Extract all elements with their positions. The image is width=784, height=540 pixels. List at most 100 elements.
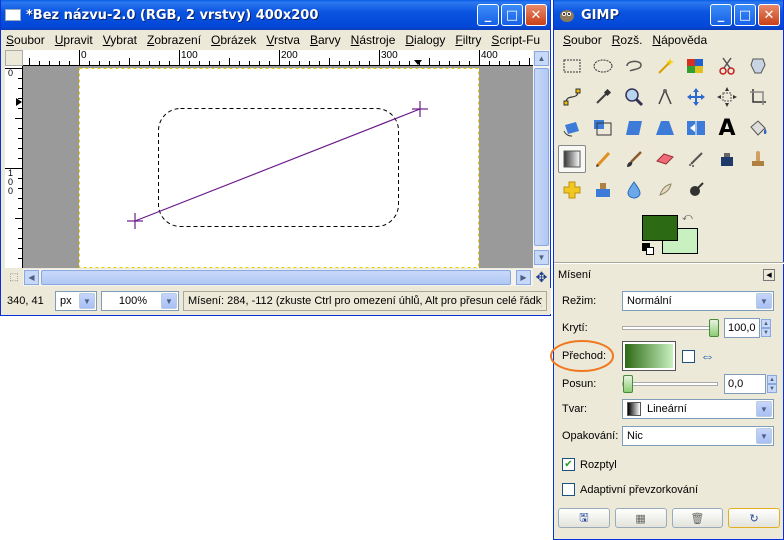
- toolbox-minimize-button[interactable]: _: [710, 4, 732, 26]
- perspective-icon[interactable]: [651, 114, 679, 142]
- reverse-gradient-icon[interactable]: ⇔: [700, 348, 715, 365]
- save-options-button[interactable]: 🖫: [558, 508, 610, 528]
- menu-vybrat[interactable]: Vybrat: [98, 33, 142, 47]
- scissors-icon[interactable]: [713, 52, 741, 80]
- foreground-color-swatch[interactable]: [642, 215, 678, 241]
- opacity-slider-knob[interactable]: [709, 319, 719, 337]
- menu-upravit[interactable]: Upravit: [50, 33, 98, 47]
- close-button[interactable]: ✕: [525, 4, 547, 26]
- scroll-left-arrow[interactable]: ◀: [24, 270, 39, 285]
- gradient-preview-button[interactable]: [622, 341, 676, 371]
- toolbox-menu-rozs[interactable]: Rozš.: [607, 33, 648, 47]
- ink-icon[interactable]: [713, 145, 741, 173]
- scale-icon[interactable]: [589, 114, 617, 142]
- dodge-burn-icon[interactable]: [682, 176, 710, 204]
- scroll-down-arrow[interactable]: ▼: [534, 250, 549, 265]
- shear-icon[interactable]: [620, 114, 648, 142]
- blend-tool-icon[interactable]: [558, 145, 586, 173]
- opacity-stepper[interactable]: ▲ ▼: [761, 319, 771, 337]
- offset-slider[interactable]: [622, 375, 718, 393]
- measure-icon[interactable]: [651, 83, 679, 111]
- smudge-icon[interactable]: [651, 176, 679, 204]
- pencil-icon[interactable]: [589, 145, 617, 173]
- adaptive-row[interactable]: Adaptivní převzorkování: [562, 483, 698, 496]
- opacity-slider[interactable]: [622, 319, 719, 337]
- blur-icon[interactable]: [620, 176, 648, 204]
- vertical-ruler[interactable]: 0 100: [5, 66, 23, 268]
- minimize-button[interactable]: _: [477, 4, 499, 26]
- swap-colors-icon[interactable]: ⤺: [682, 212, 693, 223]
- rotate-icon[interactable]: [558, 114, 586, 142]
- foreground-select-icon[interactable]: [744, 52, 772, 80]
- chevron-down-icon[interactable]: ▼: [79, 293, 95, 309]
- ellipse-select-icon[interactable]: [589, 52, 617, 80]
- default-colors-icon[interactable]: [642, 243, 654, 255]
- align-icon[interactable]: [713, 83, 741, 111]
- airbrush-icon[interactable]: [682, 145, 710, 173]
- eraser-icon[interactable]: [651, 145, 679, 173]
- dither-checkbox[interactable]: ✔: [562, 458, 575, 471]
- toolbox-menu-soubor[interactable]: Soubor: [558, 33, 607, 47]
- dither-row[interactable]: ✔ Rozptyl: [562, 458, 617, 471]
- lasso-icon[interactable]: [620, 52, 648, 80]
- paths-icon[interactable]: [558, 83, 586, 111]
- flip-icon[interactable]: [682, 114, 710, 142]
- menu-soubor[interactable]: Soubor: [1, 33, 50, 47]
- unit-select[interactable]: px ▼: [55, 291, 97, 311]
- heal-icon[interactable]: [558, 176, 586, 204]
- menu-dialogy[interactable]: Dialogy: [400, 33, 450, 47]
- reset-options-button[interactable]: ↻: [728, 508, 780, 528]
- paintbrush-icon[interactable]: [620, 145, 648, 173]
- ruler-corner-menu-button[interactable]: [5, 50, 23, 66]
- maximize-button[interactable]: □: [501, 4, 523, 26]
- toolbox-close-button[interactable]: ✕: [758, 4, 780, 26]
- vertical-scroll-thumb[interactable]: [534, 68, 549, 246]
- toolbox-menu-napoveda[interactable]: Nápověda: [647, 33, 712, 47]
- fuzzy-select-icon[interactable]: [651, 52, 679, 80]
- horizontal-ruler[interactable]: 0 100 200 300 400: [23, 50, 533, 66]
- delete-options-button[interactable]: 🗑: [671, 508, 724, 528]
- scroll-right-arrow[interactable]: ▶: [516, 270, 531, 285]
- horizontal-scrollbar[interactable]: ◀ ▶: [23, 269, 533, 286]
- crop-icon[interactable]: [744, 83, 772, 111]
- menu-zobrazeni[interactable]: Zobrazení: [142, 33, 206, 47]
- move-icon[interactable]: [682, 83, 710, 111]
- rect-select-icon[interactable]: [558, 52, 586, 80]
- toolbox-titlebar[interactable]: GIMP _ □ ✕: [554, 0, 783, 30]
- offset-spinbox[interactable]: 0,0: [724, 374, 766, 394]
- zoom-select[interactable]: 100% ▼: [101, 291, 179, 311]
- offset-slider-knob[interactable]: [623, 375, 633, 393]
- repeat-select[interactable]: Nic ▼: [622, 426, 774, 446]
- chevron-down-icon[interactable]: ▼: [756, 428, 772, 444]
- menu-barvy[interactable]: Barvy: [305, 33, 346, 47]
- chevron-down-icon[interactable]: ▼: [756, 293, 772, 309]
- opacity-spinbox[interactable]: 100,0: [724, 318, 760, 338]
- chevron-down-icon[interactable]: ▼: [161, 293, 177, 309]
- image-window-titlebar[interactable]: *Bez názvu-2.0 (RGB, 2 vrstvy) 400x200 _…: [1, 0, 550, 30]
- horizontal-scroll-thumb[interactable]: [41, 270, 511, 285]
- zoom-icon[interactable]: [620, 83, 648, 111]
- menu-script-fu[interactable]: Script-Fu: [486, 33, 545, 47]
- vertical-scrollbar[interactable]: ▲ ▼: [533, 50, 550, 268]
- tool-options-menu-icon[interactable]: ◀: [763, 269, 775, 281]
- restore-options-button[interactable]: ▦: [614, 508, 667, 528]
- offset-stepper[interactable]: ▲ ▼: [767, 375, 777, 393]
- menu-vrstva[interactable]: Vrstva: [261, 33, 305, 47]
- color-picker-icon[interactable]: [589, 83, 617, 111]
- text-icon[interactable]: A: [713, 114, 741, 142]
- menu-filtry[interactable]: Filtry: [450, 33, 486, 47]
- scroll-up-arrow[interactable]: ▲: [534, 51, 549, 66]
- perspective-clone-icon[interactable]: [589, 176, 617, 204]
- shape-select[interactable]: Lineární ▼: [622, 399, 774, 419]
- mode-select[interactable]: Normální ▼: [622, 291, 774, 311]
- select-by-color-icon[interactable]: [682, 52, 710, 80]
- menu-obrazek[interactable]: Obrázek: [206, 33, 261, 47]
- toolbox-maximize-button[interactable]: □: [734, 4, 756, 26]
- reverse-gradient-checkbox[interactable]: [682, 349, 695, 363]
- menu-nastroje[interactable]: Nástroje: [346, 33, 401, 47]
- quick-mask-toggle[interactable]: ⬚: [5, 269, 23, 286]
- adaptive-supersampling-checkbox[interactable]: [562, 483, 575, 496]
- navigate-icon[interactable]: ✥: [533, 269, 550, 286]
- bucket-fill-icon[interactable]: [744, 114, 772, 142]
- chevron-down-icon[interactable]: ▼: [756, 401, 772, 417]
